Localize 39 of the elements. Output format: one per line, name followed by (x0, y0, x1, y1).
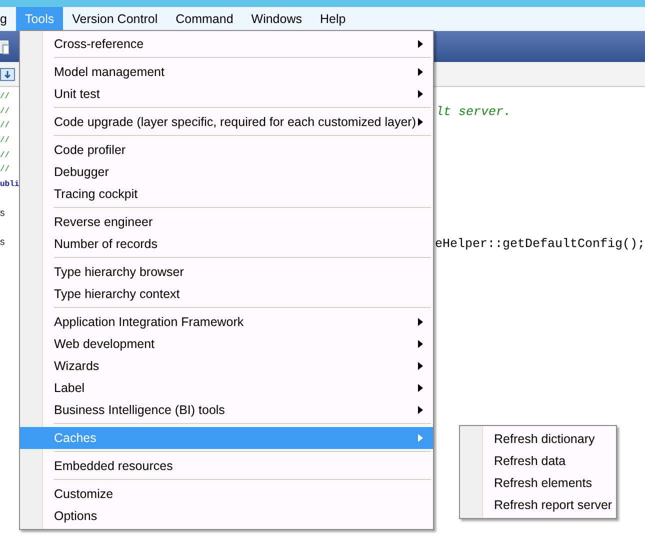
menu-item[interactable]: Web development (20, 333, 433, 355)
menu-item[interactable]: Business Intelligence (BI) tools (20, 399, 433, 421)
code-text: // (0, 120, 11, 132)
code-text: S (0, 208, 6, 220)
code-text: eHelper::getDefaultConfig(); (434, 236, 645, 252)
menu-item[interactable]: Unit test (20, 83, 433, 105)
code-text: // (0, 135, 11, 148)
menu-item[interactable]: Refresh elements (460, 472, 616, 494)
code-text: // (0, 91, 11, 103)
code-text: lt server. (436, 104, 512, 120)
menu-item[interactable]: Reverse engineer (20, 211, 433, 233)
menu-item[interactable]: Refresh dictionary (460, 428, 616, 450)
menu-bar-item[interactable]: Help (311, 7, 355, 31)
code-text: // (0, 150, 11, 162)
menu-item[interactable]: Application Integration Framework (20, 311, 433, 333)
menu-item[interactable]: Customize (20, 483, 433, 505)
menu-item[interactable]: Refresh data (460, 450, 616, 472)
menu-item[interactable]: Embedded resources (20, 455, 433, 477)
paste-icon[interactable] (0, 38, 9, 54)
menu-item[interactable]: Code profiler (20, 139, 433, 161)
menu-item[interactable]: Refresh report server (460, 494, 616, 516)
menu-item[interactable]: Debugger (20, 161, 433, 183)
menu-item[interactable]: Number of records (20, 233, 433, 255)
code-text: S (0, 238, 6, 250)
save-icon[interactable] (0, 66, 15, 82)
code-text: // (0, 164, 11, 176)
code-text: // (0, 106, 11, 118)
menu-bar-item[interactable]: g (0, 7, 16, 31)
menu-bar-item[interactable]: Windows (242, 7, 311, 31)
menu-item[interactable]: Wizards (20, 355, 433, 377)
menu-bar-item[interactable]: Command (166, 7, 242, 31)
code-text: ubli (0, 179, 20, 192)
menu-item[interactable]: Type hierarchy browser (20, 261, 433, 283)
menu-item[interactable]: Type hierarchy context (20, 283, 433, 305)
menu-item[interactable]: Options (20, 505, 433, 527)
menu-item[interactable]: Label (20, 377, 433, 399)
menu-item[interactable]: Tracing cockpit (20, 183, 433, 205)
menu-bar-item[interactable]: Version Control (63, 7, 167, 31)
menu-item[interactable]: Code upgrade (layer specific, required for each customized layer) (20, 111, 433, 133)
